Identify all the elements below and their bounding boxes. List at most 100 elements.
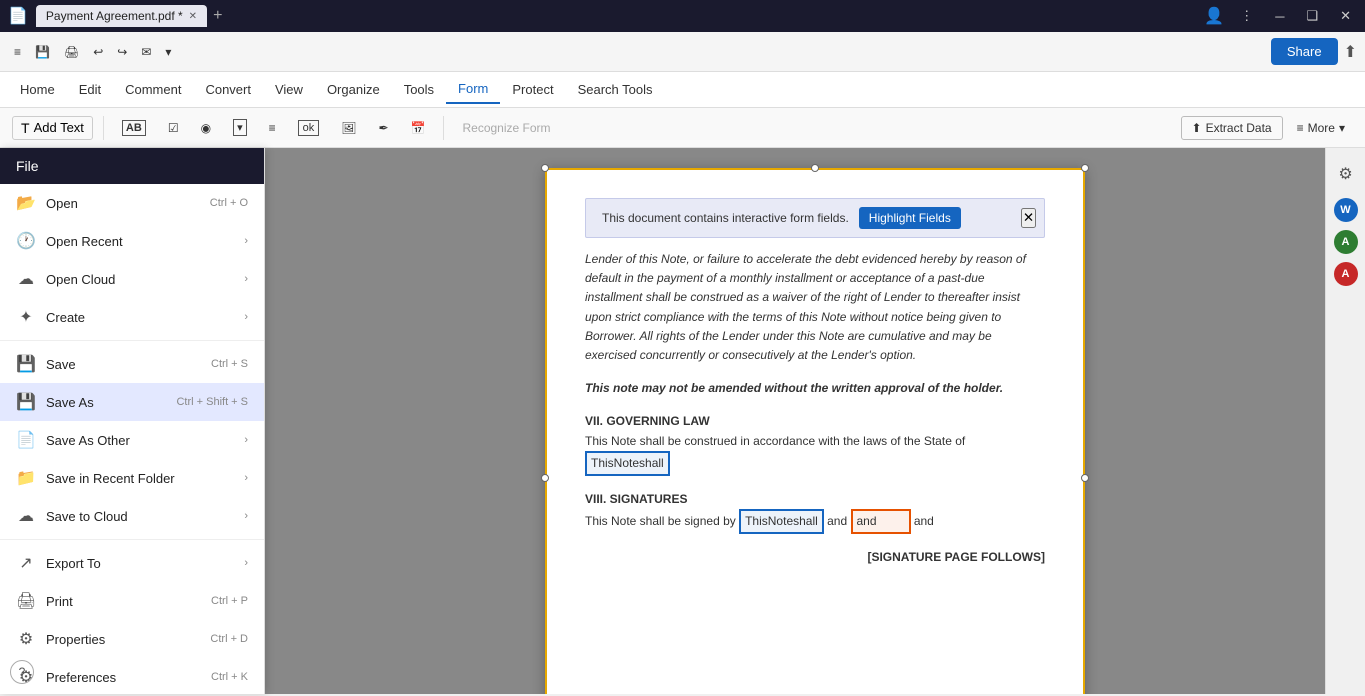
date-button[interactable]: 📅 — [403, 117, 434, 139]
image-button[interactable]: 🖼 — [333, 117, 364, 139]
word-avatar[interactable]: W — [1334, 198, 1358, 222]
signatures-field1[interactable]: ThisNoteshall — [739, 509, 824, 534]
create-arrow-icon: › — [244, 311, 248, 323]
file-open-recent[interactable]: 🕐 Open Recent › — [0, 222, 264, 260]
app-icon: 📄 — [8, 6, 28, 26]
file-save-recent-folder[interactable]: 📁 Save in Recent Folder › — [0, 459, 264, 497]
save-label: Save — [46, 357, 76, 372]
file-menu: File 📂 Open Ctrl + O 🕐 Open Recent › ☁ O… — [0, 148, 265, 694]
file-save[interactable]: 💾 Save Ctrl + S — [0, 345, 264, 383]
dropdown-button[interactable]: ▾ — [225, 115, 255, 140]
list-icon: ≡ — [269, 121, 276, 135]
save-recent-folder-icon: 📁 — [16, 468, 36, 488]
file-properties-left: ⚙ Properties — [16, 629, 105, 649]
email-button[interactable]: ✉ — [135, 41, 157, 63]
menu-search-tools[interactable]: Search Tools — [566, 76, 665, 103]
acrobat2-avatar[interactable]: A — [1334, 262, 1358, 286]
file-save-as-other[interactable]: 📄 Save As Other › — [0, 421, 264, 459]
panel-settings-icon[interactable]: ⚙ — [1332, 158, 1358, 190]
menu-edit[interactable]: Edit — [67, 76, 113, 103]
intro-text: Lender of this Note, or failure to accel… — [585, 250, 1045, 365]
menu-view[interactable]: View — [263, 76, 315, 103]
file-create-left: ✦ Create — [16, 307, 85, 327]
file-preferences[interactable]: ⚙ Preferences Ctrl + K — [0, 658, 264, 696]
acrobat-avatar[interactable]: A — [1334, 230, 1358, 254]
more-button[interactable]: ≡ More ▾ — [1289, 117, 1353, 139]
recognize-form-button[interactable]: Recognize Form — [454, 117, 558, 139]
ok-icon: ok — [298, 120, 320, 136]
file-export-left: ↗ Export To — [16, 553, 101, 573]
menu-home[interactable]: Home — [8, 76, 67, 103]
file-create[interactable]: ✦ Create › — [0, 298, 264, 336]
dropdown-field-icon: ▾ — [233, 119, 247, 136]
tab-close-button[interactable]: ✕ — [189, 11, 197, 22]
file-export-to[interactable]: ↗ Export To › — [0, 544, 264, 582]
signature-icon: ✒ — [378, 121, 388, 135]
home-menu-button[interactable]: ≡ — [8, 41, 27, 63]
file-save-as[interactable]: 💾 Save As Ctrl + Shift + S — [0, 383, 264, 421]
help-button[interactable]: ? — [10, 660, 34, 684]
highlight-fields-button[interactable]: Highlight Fields — [859, 207, 961, 229]
save-button[interactable]: 💾 — [29, 41, 56, 63]
menu-tools[interactable]: Tools — [392, 76, 446, 103]
ok-button[interactable]: ok — [290, 116, 328, 140]
file-properties[interactable]: ⚙ Properties Ctrl + D — [0, 620, 264, 658]
close-win-button[interactable]: ✕ — [1334, 6, 1357, 26]
print-file-icon: 🖨 — [16, 591, 36, 611]
menu-organize[interactable]: Organize — [315, 76, 392, 103]
print-button[interactable]: 🖨 — [58, 41, 85, 63]
extract-data-button[interactable]: ⬆ Extract Data — [1181, 116, 1283, 140]
notification-text: This document contains interactive form … — [602, 211, 849, 225]
add-text-container[interactable]: T Add Text — [12, 116, 93, 140]
file-open-cloud[interactable]: ☁ Open Cloud › — [0, 260, 264, 298]
menu-convert[interactable]: Convert — [193, 76, 263, 103]
export-arrow-icon: › — [244, 557, 248, 569]
pdf-signature-line: [SIGNATURE PAGE FOLLOWS] — [585, 548, 1045, 567]
file-menu-header: File — [0, 148, 264, 184]
upload-button[interactable]: ⬆ — [1344, 42, 1357, 62]
governing-law-field[interactable]: ThisNoteshall — [585, 451, 670, 476]
options-button[interactable]: ⋮ — [1234, 6, 1259, 26]
restore-win-button[interactable]: ❑ — [1300, 6, 1324, 26]
file-open-recent-left: 🕐 Open Recent — [16, 231, 123, 251]
handle-mr — [1081, 474, 1089, 482]
file-save-left: 💾 Save — [16, 354, 76, 374]
open-recent-label: Open Recent — [46, 234, 123, 249]
add-text-icon: T — [21, 120, 30, 136]
section8-heading: VIII. SIGNATURES — [585, 490, 1045, 509]
signature-button[interactable]: ✒ — [370, 117, 396, 139]
toolbar1: ≡ 💾 🖨 ↩ ↪ ✉ ▾ Share ⬆ — [0, 32, 1365, 72]
file-save-as-other-left: 📄 Save As Other — [16, 430, 130, 450]
share-button[interactable]: Share — [1271, 38, 1338, 65]
active-tab[interactable]: Payment Agreement.pdf * ✕ — [36, 5, 207, 27]
text-field-button[interactable]: AB — [114, 116, 154, 140]
save-as-other-arrow-icon: › — [244, 434, 248, 446]
list-button[interactable]: ≡ — [261, 117, 284, 139]
save-recent-folder-arrow-icon: › — [244, 472, 248, 484]
signature-line-text: [SIGNATURE PAGE FOLLOWS] — [585, 548, 1045, 567]
open-cloud-label: Open Cloud — [46, 272, 115, 287]
undo-button[interactable]: ↩ — [87, 41, 109, 63]
redo-button[interactable]: ↪ — [111, 41, 133, 63]
new-tab-button[interactable]: + — [209, 7, 226, 25]
date-icon: 📅 — [411, 121, 426, 135]
signatures-field2[interactable]: and — [851, 509, 911, 534]
separator1 — [103, 116, 104, 140]
radio-button[interactable]: ◉ — [193, 117, 219, 139]
menu-form[interactable]: Form — [446, 75, 500, 104]
open-cloud-arrow-icon: › — [244, 273, 248, 285]
checkbox-button[interactable]: ☑ — [160, 117, 187, 139]
file-save-cloud[interactable]: ☁ Save to Cloud › — [0, 497, 264, 535]
file-open[interactable]: 📂 Open Ctrl + O — [0, 184, 264, 222]
image-icon: 🖼 — [341, 121, 356, 135]
notification-close-button[interactable]: ✕ — [1021, 208, 1036, 228]
notification-bar: This document contains interactive form … — [585, 198, 1045, 238]
menu-comment[interactable]: Comment — [113, 76, 193, 103]
minimize-win-button[interactable]: ─ — [1269, 7, 1290, 26]
save-cloud-arrow-icon: › — [244, 510, 248, 522]
save-cloud-icon: ☁ — [16, 506, 36, 526]
menu-protect[interactable]: Protect — [500, 76, 565, 103]
print-label: Print — [46, 594, 73, 609]
toolbar-dropdown-button[interactable]: ▾ — [159, 41, 177, 63]
file-print[interactable]: 🖨 Print Ctrl + P — [0, 582, 264, 620]
